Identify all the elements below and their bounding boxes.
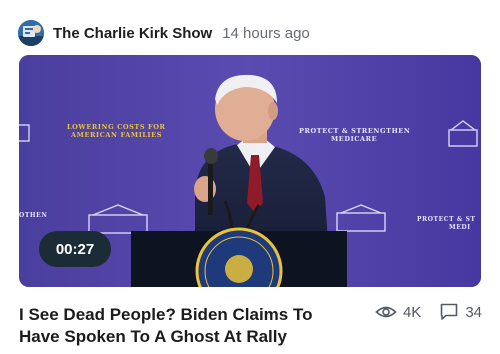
post-stats: 4K 34 bbox=[375, 302, 482, 322]
comments-count[interactable]: 34 bbox=[439, 302, 482, 322]
post-title[interactable]: I See Dead People? Biden Claims To Have … bbox=[19, 304, 349, 348]
post-timestamp: 14 hours ago bbox=[222, 24, 310, 42]
speech-bubble-icon bbox=[441, 303, 458, 320]
views-value: 4K bbox=[402, 303, 422, 321]
video-duration-badge: 00:27 bbox=[39, 231, 111, 267]
video-thumbnail[interactable]: LOWERING COSTS FOR AMERICAN FAMILIES PRO… bbox=[19, 55, 481, 287]
post-header: The Charlie Kirk Show 14 hours ago bbox=[18, 19, 482, 47]
eye-icon bbox=[375, 306, 397, 318]
comments-value: 34 bbox=[465, 303, 482, 321]
channel-avatar[interactable] bbox=[18, 20, 44, 46]
channel-avatar-icon bbox=[18, 20, 44, 46]
backdrop-text-left: LOWERING COSTS FOR AMERICAN FAMILIES bbox=[67, 123, 168, 139]
channel-name[interactable]: The Charlie Kirk Show bbox=[53, 25, 212, 42]
views-count: 4K bbox=[375, 304, 421, 321]
backdrop-text-lower-left: OTHEN bbox=[19, 212, 47, 219]
